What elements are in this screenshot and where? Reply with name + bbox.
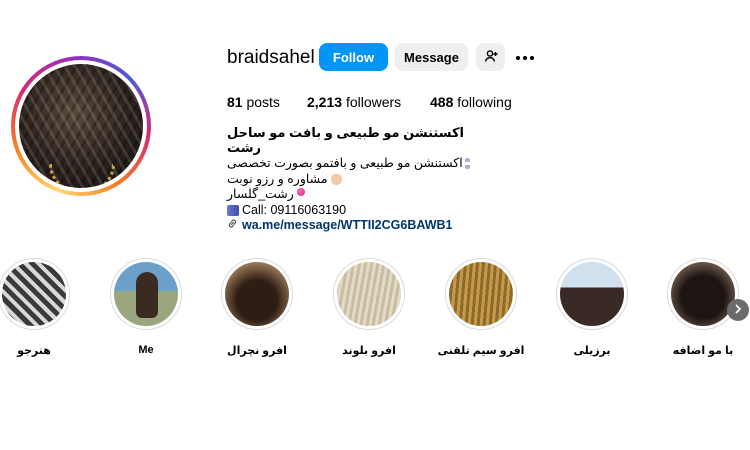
highlight-cover: [671, 262, 735, 326]
follow-button[interactable]: Follow: [319, 43, 388, 71]
bio-line-3-text: رشت_گلسار: [227, 187, 294, 202]
more-horizontal-icon: [515, 48, 535, 66]
highlight-ring: [667, 258, 739, 330]
highlight-cover: [114, 262, 178, 326]
highlight-ring: [221, 258, 293, 330]
highlight-ring: [333, 258, 405, 330]
highlight-item[interactable]: افرو سیم تلقنی: [438, 258, 524, 357]
phone-icon: [227, 204, 239, 216]
highlight-label: برزیلی: [573, 345, 611, 357]
highlight-label: افرو بلوند: [342, 345, 396, 357]
highlight-cover: [560, 262, 624, 326]
bio-link[interactable]: wa.me/message/WTTII2CG6BAWB1: [242, 218, 452, 233]
highlight-item[interactable]: برزیلی: [555, 258, 629, 357]
profile-avatar[interactable]: [11, 56, 151, 196]
bio-line-1: اکستنشن مو طبیعی و بافتمو بصورت تخصصی: [227, 156, 487, 172]
hand-icon: [330, 173, 342, 185]
bio-line-2-text: مشاوره و رزو نوبت: [227, 171, 328, 186]
bio-line-4: Call: 09116063190: [227, 203, 487, 219]
highlight-label: با مو اضافه: [672, 345, 734, 357]
highlight-label: Me: [138, 344, 154, 356]
bio-link-row[interactable]: wa.me/message/WTTII2CG6BAWB1: [227, 218, 487, 234]
bio-line-1-text: اکستنشن مو طبیعی و بافتمو بصورت تخصصی: [227, 156, 463, 171]
avatar-inner: [15, 60, 147, 192]
followers-stat[interactable]: 2,213 followers: [307, 94, 401, 110]
avatar-chain-detail: [49, 164, 115, 188]
story-highlights: هنرجو Me افرو نچرال افرو بلوند افرو سیم …: [0, 258, 750, 368]
pin-icon: [296, 187, 305, 196]
bio-title: اکستنشن مو طبیعی و بافت مو ساحل رشت: [227, 125, 464, 155]
highlight-item[interactable]: افرو نچرال: [220, 258, 294, 357]
more-options-button[interactable]: [514, 48, 536, 66]
followers-count: 2,213: [307, 94, 343, 110]
highlight-cover: [337, 262, 401, 326]
highlight-cover: [225, 262, 289, 326]
highlight-item[interactable]: Me: [109, 258, 183, 356]
person-plus-icon: [484, 49, 498, 66]
posts-stat: 81 posts: [227, 94, 280, 110]
bio-line-2: مشاوره و رزو نوبت: [227, 172, 487, 188]
highlight-ring: [110, 258, 182, 330]
highlight-cover: [2, 262, 66, 326]
posts-count: 81: [227, 94, 243, 110]
bio-phone: Call: 09116063190: [242, 202, 347, 217]
highlight-label: هنرجو: [17, 345, 51, 357]
highlight-item[interactable]: افرو بلوند: [332, 258, 406, 357]
highlight-item[interactable]: هنرجو: [0, 258, 71, 357]
highlights-next-button[interactable]: [727, 299, 749, 321]
hourglass-icon: [464, 158, 470, 170]
link-icon: [227, 218, 238, 233]
highlight-cover: [449, 262, 513, 326]
chevron-right-icon: [734, 303, 742, 317]
following-stat[interactable]: 488 following: [430, 94, 512, 110]
highlight-ring: [445, 258, 517, 330]
profile-username: braidsahel: [227, 47, 315, 68]
following-label: following: [457, 94, 512, 110]
highlight-ring: [556, 258, 628, 330]
profile-bio: اکستنشن مو طبیعی و بافت مو ساحل رشت اکست…: [227, 125, 487, 234]
posts-label: posts: [246, 94, 280, 110]
followers-label: followers: [345, 94, 402, 110]
following-count: 488: [430, 94, 454, 110]
add-user-button[interactable]: [476, 43, 505, 71]
avatar-photo: [19, 64, 143, 188]
highlight-ring: [0, 258, 70, 330]
highlight-label: افرو نچرال: [227, 345, 287, 357]
message-button[interactable]: Message: [395, 43, 468, 71]
highlight-label: افرو سیم تلقنی: [437, 345, 525, 357]
bio-line-3: رشت_گلسار: [227, 187, 487, 203]
